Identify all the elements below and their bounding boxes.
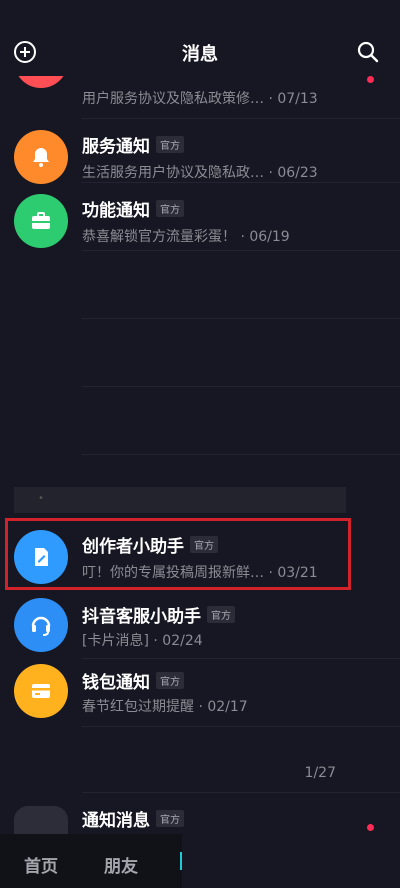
message-preview: 用户服务协议及隐私政策修… · 07/13: [82, 91, 318, 107]
creator-avatar: [14, 530, 68, 584]
message-preview: 叮！你的专属投稿周报新鲜… · 03/21: [82, 565, 318, 581]
edit-icon: [35, 548, 48, 566]
official-badge: 官方: [156, 810, 184, 827]
divider: [82, 726, 400, 727]
message-name: 功能通知 官方: [82, 196, 184, 221]
divider: [82, 386, 400, 387]
message-name: 钱包通知 官方: [82, 668, 184, 693]
top-bar: 消息: [0, 0, 400, 76]
message-row-customer-service[interactable]: 抖音客服小助手 官方 [卡片消息] · 02/24: [0, 592, 400, 668]
message-name: 抖音客服小助手 官方: [82, 602, 235, 627]
message-name: 通知消息 官方: [82, 806, 184, 831]
official-badge: 官方: [207, 606, 235, 623]
divider: [82, 250, 400, 251]
message-preview: 生活服务用户协议及隐私政… · 06/23: [82, 165, 318, 181]
message-name: 创作者小助手 官方: [82, 532, 218, 557]
message-row-feature[interactable]: 功能通知 官方 恭喜解锁官方流量彩蛋！ · 06/19: [0, 182, 400, 258]
message-row-wallet[interactable]: 钱包通知 官方 春节红包过期提醒 · 02/17: [0, 658, 400, 734]
feature-avatar: [14, 194, 68, 248]
divider: [82, 792, 400, 793]
message-row-creator-assistant[interactable]: 创作者小助手 官方 叮！你的专属投稿周报新鲜… · 03/21: [0, 518, 400, 594]
unread-dot: [367, 76, 374, 83]
placeholder-strip: •: [14, 487, 346, 513]
message-name: 服务通知 官方: [82, 132, 184, 157]
page-indicator: 1/27: [304, 765, 336, 781]
search-icon[interactable]: [356, 40, 380, 64]
divider: [82, 318, 400, 319]
message-preview: [卡片消息] · 02/24: [82, 633, 203, 649]
message-preview: 春节红包过期提醒 · 02/17: [82, 699, 248, 715]
bottom-tab-bar: 首页 朋友: [0, 834, 182, 888]
headset-icon: [31, 616, 51, 636]
official-badge: 官方: [190, 536, 218, 553]
tab-home[interactable]: 首页: [24, 852, 58, 877]
message-preview: 恭喜解锁官方流量彩蛋！ · 06/19: [82, 229, 290, 245]
divider: [82, 454, 400, 455]
cs-avatar: [14, 598, 68, 652]
briefcase-icon: [32, 212, 50, 229]
tab-friends[interactable]: 朋友: [104, 852, 138, 877]
official-badge: 官方: [156, 200, 184, 217]
official-badge: 官方: [156, 136, 184, 153]
official-badge: 官方: [156, 672, 184, 689]
bell-icon: [33, 148, 49, 167]
faded-glyph: •: [38, 493, 44, 504]
page-title: 消息: [182, 44, 218, 65]
card-icon: [32, 684, 50, 698]
tab-indicator: [180, 852, 182, 870]
service-avatar: [14, 130, 68, 184]
unread-dot: [367, 824, 374, 831]
wallet-avatar: [14, 664, 68, 718]
